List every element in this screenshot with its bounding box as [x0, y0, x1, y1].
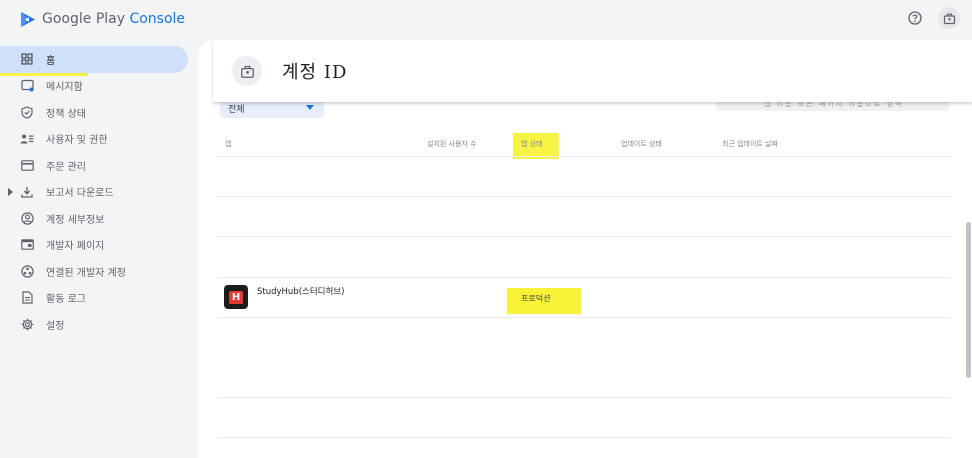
sidebar-item-label: 정책 상태 — [46, 108, 86, 120]
studyhub-app-icon[interactable]: H — [224, 285, 248, 309]
inbox-icon — [20, 79, 34, 93]
web-page-icon — [20, 238, 34, 252]
shield-check-icon — [20, 105, 34, 119]
scrollbar[interactable] — [966, 222, 971, 378]
app-filter-value: 전체 — [228, 105, 245, 115]
sidebar-item-linked-developer-accounts[interactable]: 연결된 개발자 계정 — [0, 258, 195, 285]
sidebar-item-label: 사용자 및 권한 — [46, 135, 108, 147]
column-header-installed-users[interactable]: 설치된 사용자 수 — [427, 139, 477, 149]
account-id-title: 계정 ID — [282, 62, 348, 83]
brand-name-prefix: Google Play — [42, 11, 126, 27]
sidebar-item-account-details[interactable]: 계정 세부정보 — [0, 205, 195, 232]
brand-name: Google Play Console — [42, 11, 185, 27]
row-divider — [218, 277, 950, 278]
sidebar-item-report-downloads[interactable]: 보고서 다운로드 — [0, 179, 195, 206]
developer-account-icon — [240, 65, 254, 78]
app-status-value: 프로덕션 — [521, 294, 551, 303]
credit-card-icon — [20, 158, 34, 172]
developer-account-icon — [943, 13, 955, 24]
document-icon — [20, 291, 34, 305]
sidebar-item-developer-page[interactable]: 개발자 페이지 — [0, 232, 195, 259]
people-icon — [20, 132, 34, 146]
sidebar-item-label: 보고서 다운로드 — [46, 188, 114, 200]
brand[interactable]: Google Play Console — [20, 11, 185, 28]
play-console-logo-icon — [21, 11, 35, 27]
sidebar-item-activity-log[interactable]: 활동 로그 — [0, 285, 195, 312]
caret-down-icon — [306, 105, 314, 110]
top-actions — [904, 7, 960, 29]
expand-arrow-icon[interactable] — [8, 187, 13, 196]
sidebar-item-label: 활동 로그 — [46, 294, 86, 306]
sidebar-item-users-permissions[interactable]: 사용자 및 권한 — [0, 126, 195, 153]
account-id-header: 계정 ID — [213, 40, 972, 102]
developer-account-button[interactable] — [938, 7, 960, 29]
column-header-update-status[interactable]: 업데이트 상태 — [621, 139, 662, 149]
sidebar-item-home[interactable]: 홈 — [0, 46, 188, 73]
sidebar-item-inbox[interactable]: 메시지함 — [0, 73, 195, 100]
sidebar-item-label: 개발자 페이지 — [46, 241, 105, 253]
brand-name-suffix: Console — [129, 11, 186, 27]
sidebar: 홈 메시지함 정책 상태 사용자 및 권한 주문 관리 보고서 다운로드 계정 … — [0, 46, 195, 338]
row-divider — [218, 397, 950, 398]
linked-accounts-icon — [20, 264, 34, 278]
grid-icon — [20, 52, 34, 66]
gear-icon — [20, 317, 34, 331]
sidebar-item-label: 계정 세부정보 — [46, 214, 105, 226]
row-divider — [218, 437, 950, 438]
top-bar: Google Play Console — [0, 0, 972, 38]
account-circle-icon — [20, 211, 34, 225]
column-header-app-status[interactable]: 앱 상태 — [521, 139, 543, 149]
column-header-app[interactable]: 앱 — [225, 139, 231, 149]
sidebar-item-label: 연결된 개발자 계정 — [46, 267, 126, 279]
sidebar-item-label: 홈 — [46, 55, 56, 67]
sidebar-item-settings[interactable]: 설정 — [0, 311, 195, 338]
sidebar-item-label: 주문 관리 — [46, 161, 86, 173]
download-icon — [20, 185, 34, 199]
help-button[interactable] — [904, 7, 926, 29]
row-divider — [218, 156, 950, 157]
help-circle-icon — [908, 11, 922, 25]
app-name[interactable]: StudyHub(스터디허브) — [257, 285, 344, 297]
developer-avatar — [232, 56, 262, 86]
row-divider — [218, 236, 950, 237]
row-divider — [218, 196, 950, 197]
column-header-last-updated[interactable]: 최근 업데이트 날짜 — [722, 139, 778, 149]
sidebar-item-policy-status[interactable]: 정책 상태 — [0, 99, 195, 126]
sidebar-item-label: 설정 — [46, 320, 65, 332]
sidebar-item-label: 메시지함 — [46, 82, 83, 94]
app-icon-letter: H — [229, 290, 243, 304]
row-divider — [218, 317, 950, 318]
sidebar-item-order-management[interactable]: 주문 관리 — [0, 152, 195, 179]
